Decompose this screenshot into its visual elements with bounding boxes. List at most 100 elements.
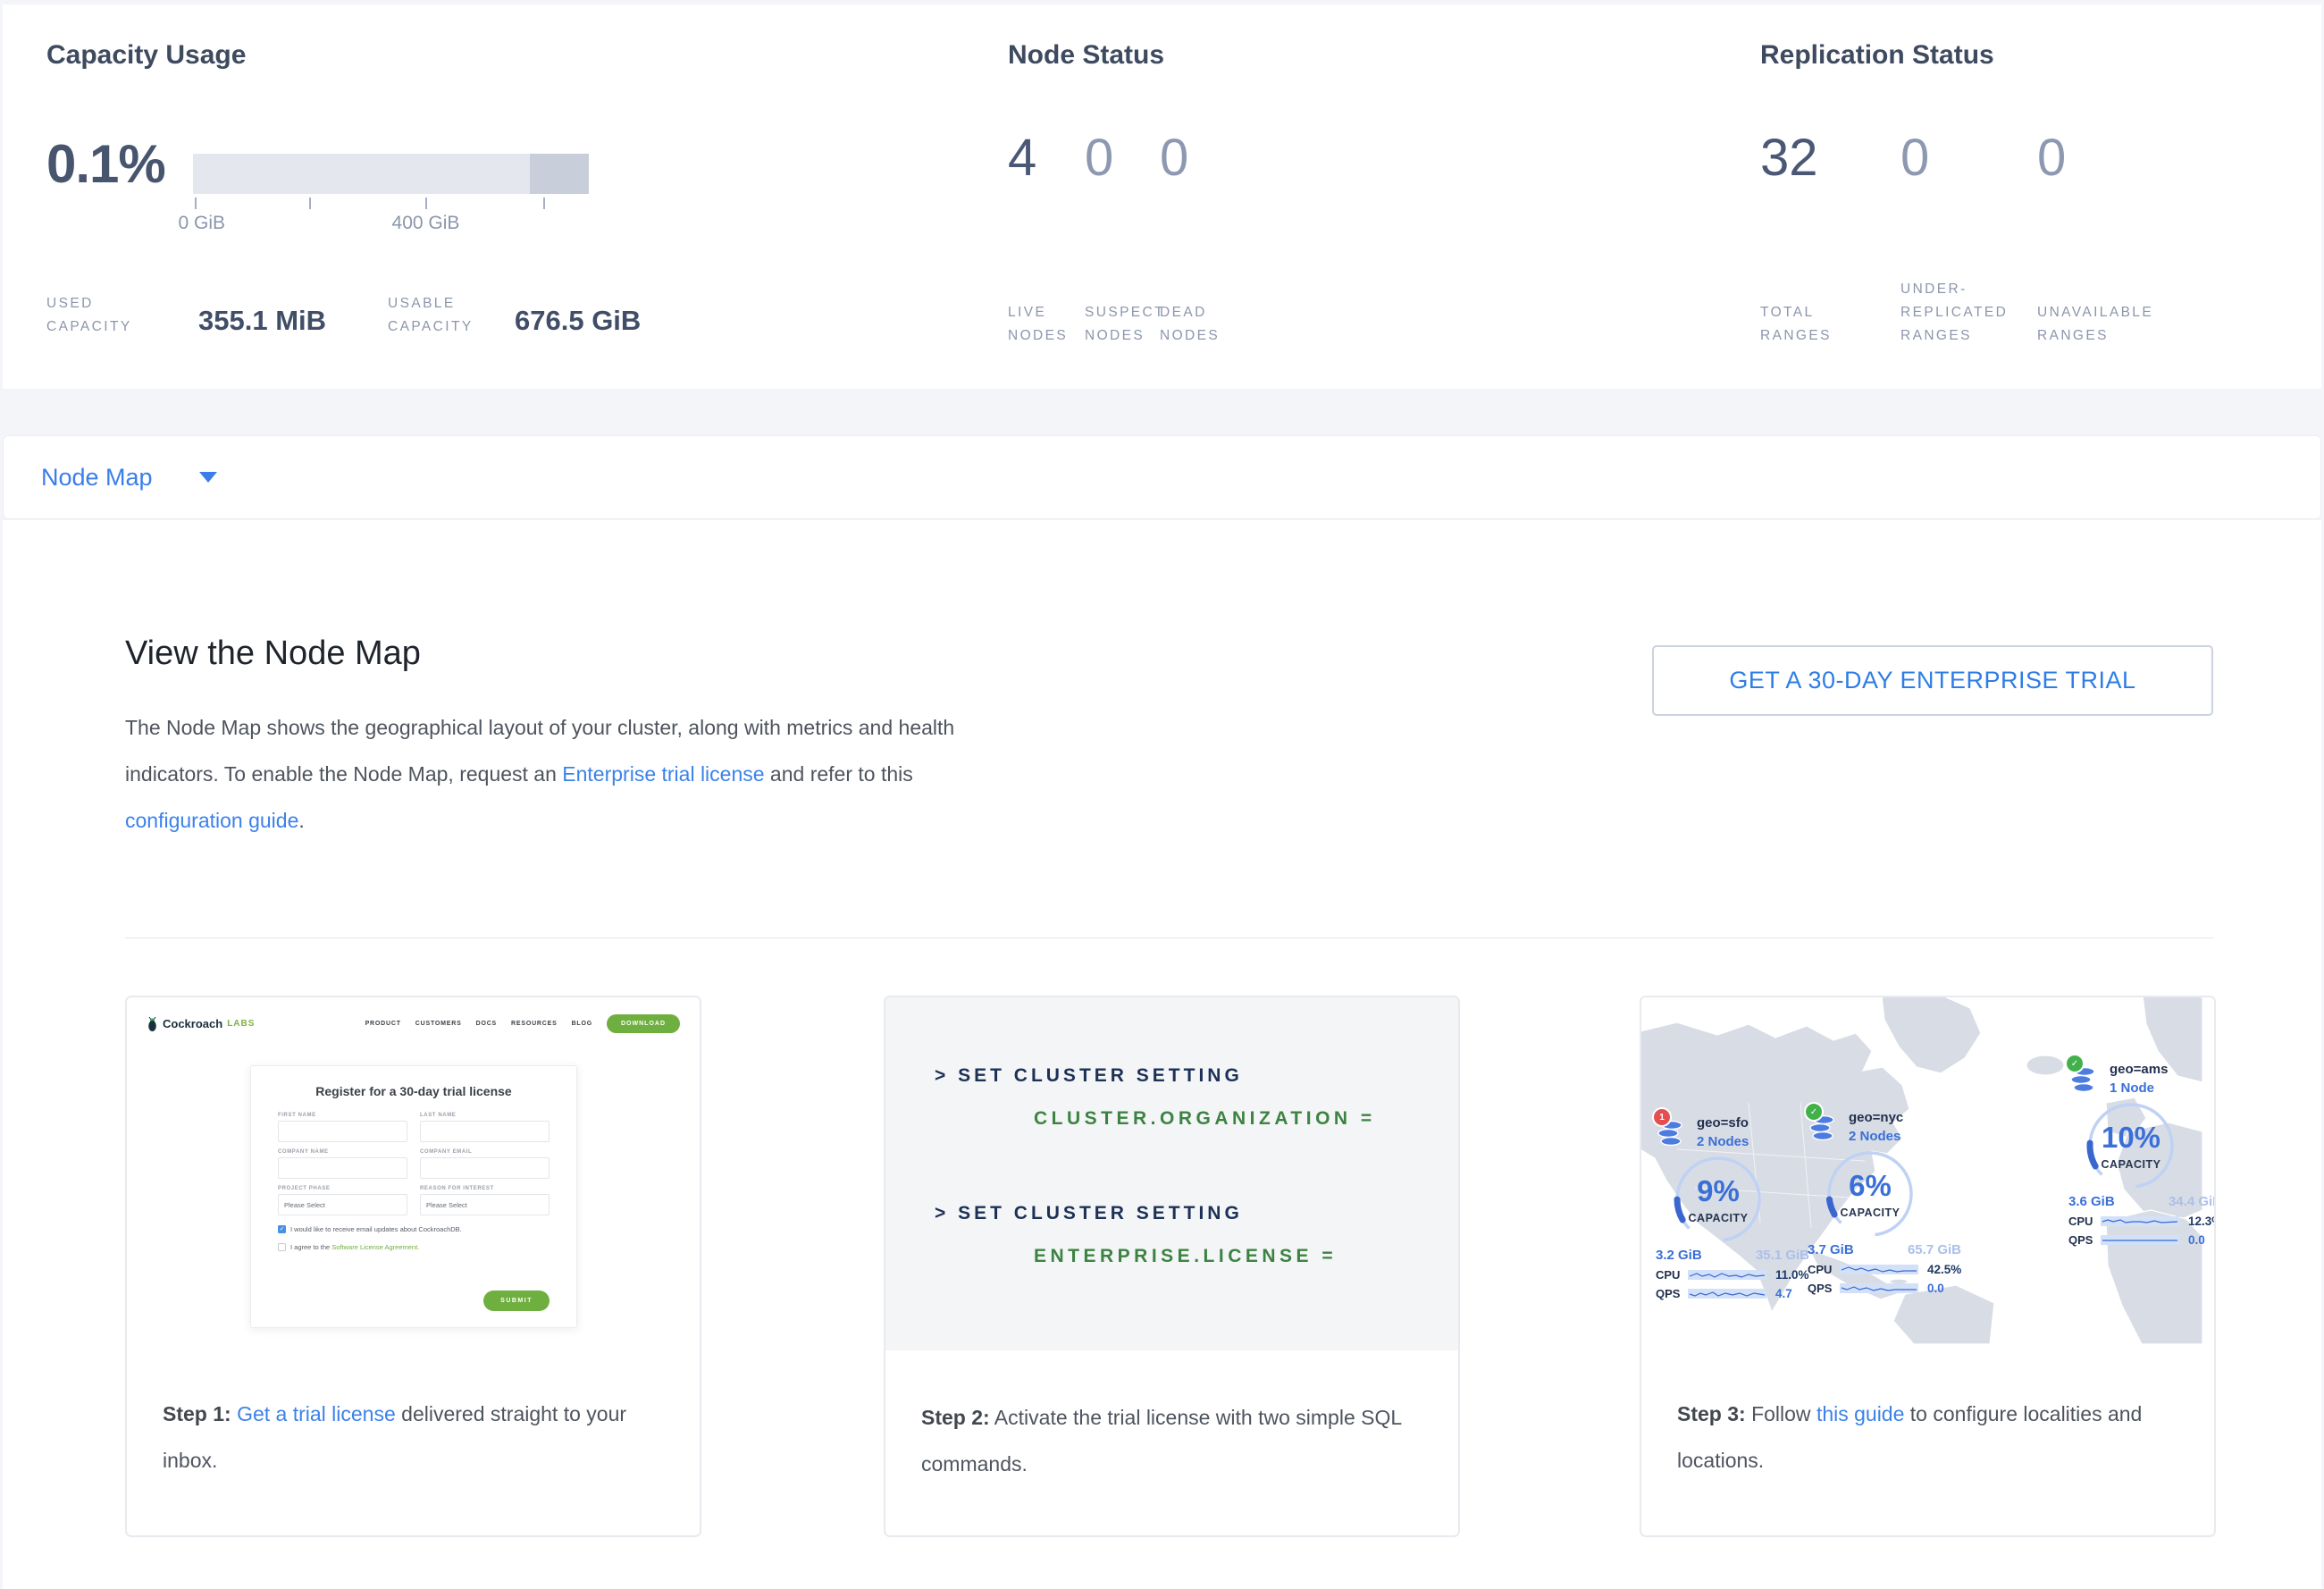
field-label: COMPANY NAME [278,1149,407,1155]
qps-label: QPS [1656,1287,1688,1300]
healthy-check-badge: ✓ [1804,1102,1824,1122]
section-divider [125,937,2214,938]
under-replicated-label: UNDER- REPLICATED RANGES [1900,278,2008,348]
cluster-locality: geo=ams [2110,1062,2168,1077]
qps-sparkline [1688,1289,1766,1299]
used-capacity: 3.2 GiB [1656,1248,1702,1263]
under-replicated-value: 0 [1900,128,1929,188]
axis-label-start: 0 GiB [178,213,225,234]
capacity-percent: 0.1% [46,133,165,195]
qps-sparkline [2101,1235,2179,1245]
tick-mark [425,198,427,209]
node-map-description: The Node Map shows the geographical layo… [125,704,987,844]
license-agreement-link: Software License Agreement. [331,1243,419,1251]
node-map-content-panel: View the Node Map The Node Map shows the… [3,520,2321,1589]
unavailable-ranges-label: UNAVAILABLE RANGES [2037,301,2153,348]
mini-site-nav: PRODUCT CUSTOMERS DOCS RESOURCES BLOG DO… [365,1014,680,1033]
license-agreement-checkbox-row: I agree to the Software License Agreemen… [278,1243,550,1251]
sql-command: > SET CLUSTER SETTING [935,1065,1243,1087]
cluster-nyc: ✓ geo=nyc 2 Nodes [1808,1110,1982,1295]
capacity-usage-title: Capacity Usage [46,40,654,71]
field-label: COMPANY EMAIL [420,1149,550,1155]
cpu-value: 11.0% [1775,1268,1809,1282]
capacity-gauge: 9% CAPACITY [1668,1156,1768,1246]
cluster-node-count: 2 Nodes [1697,1134,1749,1149]
capacity-percent: 9% [1668,1174,1768,1208]
capacity-caption: CAPACITY [1820,1206,1920,1219]
cluster-locality: geo=sfo [1697,1115,1749,1131]
logo-suffix: LABS [227,1019,255,1029]
checkbox-label: I would like to receive email updates ab… [290,1225,462,1233]
node-map-dropdown-label[interactable]: Node Map [41,464,153,492]
total-ranges-stat: 32 TOTAL RANGES [1760,40,1900,353]
qps-value: 4.7 [1775,1287,1792,1300]
capacity-usage-section: Capacity Usage 0.1% 0 GiB 400 GiB USED C… [46,40,654,353]
cluster-node-count: 2 Nodes [1849,1129,1903,1144]
node-status-section: Node Status 4 LIVE NODES 0 SUSPECT NODES… [1008,40,1392,353]
cpu-sparkline [1688,1270,1766,1280]
cluster-ams: ✓ geo=ams 1 Node [2068,1062,2214,1247]
cluster-locality: geo=nyc [1849,1110,1903,1125]
form-fields: FIRST NAME LAST NAME COMPANY NAME COMPAN… [278,1106,550,1215]
step2-caption: Step 2: Activate the trial license with … [885,1348,1458,1487]
live-nodes-label: LIVE NODES [1008,301,1068,348]
suspect-nodes-label: SUSPECT NODES [1085,301,1165,348]
sql-argument: CLUSTER.ORGANIZATION = [1034,1108,1376,1130]
usable-capacity-label: USABLE CAPACITY [388,292,474,339]
get-trial-license-link[interactable]: Get a trial license [237,1402,396,1425]
cpu-sparkline [1840,1265,1918,1274]
nav-item: BLOG [572,1021,592,1027]
nav-item: DOCS [476,1021,497,1027]
last-name-field [420,1121,550,1142]
total-ranges-label: TOTAL RANGES [1760,301,1832,348]
qps-label: QPS [2068,1233,2101,1247]
checkbox-checked-icon: ✓ [278,1225,286,1233]
logo-text: Cockroach [163,1017,222,1030]
suspect-nodes-stat: 0 SUSPECT NODES [1085,40,1160,353]
qps-label: QPS [1808,1282,1840,1295]
cluster-sfo: 1 geo=sfo 2 Nodes [1656,1115,1830,1300]
healthy-check-badge: ✓ [2065,1054,2085,1073]
qps-value: 0.0 [1927,1282,1944,1295]
used-capacity-value: 355.1 MiB [198,305,326,337]
capacity-bar-track [193,154,589,194]
qps-sparkline [1840,1283,1918,1293]
field-label: LAST NAME [420,1113,550,1118]
node-map-preview: 1 geo=sfo 2 Nodes [1641,997,2214,1344]
sql-argument: ENTERPRISE.LICENSE = [1034,1246,1337,1267]
trial-registration-form: Register for a 30-day trial license FIRS… [250,1065,577,1328]
sql-command: > SET CLUSTER SETTING [935,1203,1243,1224]
cpu-value: 42.5% [1927,1263,1961,1276]
form-title: Register for a 30-day trial license [278,1084,550,1098]
download-pill: DOWNLOAD [607,1014,680,1033]
node-map-dropdown[interactable]: Node Map [3,435,2321,519]
project-phase-select: Please Select [278,1194,407,1215]
live-nodes-value: 4 [1008,128,1036,188]
mini-site-header: Cockroach LABS PRODUCT CUSTOMERS DOCS RE… [147,1008,680,1038]
step1-card: Cockroach LABS PRODUCT CUSTOMERS DOCS RE… [125,996,701,1537]
warning-count-badge: 1 [1652,1107,1672,1127]
axis-label-mid: 400 GiB [392,213,460,234]
description-text: and refer to this [765,762,913,786]
total-capacity: 34.4 GiB [2169,1194,2214,1209]
cpu-label: CPU [1808,1263,1840,1276]
this-guide-link[interactable]: this guide [1816,1402,1904,1425]
tick-mark [309,198,311,209]
submit-pill: SUBMIT [483,1291,550,1311]
email-updates-checkbox-row: ✓ I would like to receive email updates … [278,1225,550,1233]
dead-nodes-value: 0 [1160,128,1188,188]
used-capacity: 3.6 GiB [2068,1194,2115,1209]
capacity-bar: 0 GiB 400 GiB [193,154,589,238]
usable-capacity-value: 676.5 GiB [515,305,641,337]
step1-caption: Step 1: Get a trial license delivered st… [127,1344,700,1484]
capacity-percent: 6% [1820,1169,1920,1203]
step2-card: > SET CLUSTER SETTING CLUSTER.ORGANIZATI… [884,996,1460,1537]
enterprise-trial-license-link[interactable]: Enterprise trial license [562,762,764,786]
used-capacity: 3.7 GiB [1808,1242,1854,1257]
capacity-gauge: 6% CAPACITY [1820,1151,1920,1240]
cockroach-bug-icon [147,1016,158,1031]
get-enterprise-trial-button[interactable]: GET A 30-DAY ENTERPRISE TRIAL [1652,645,2213,716]
reason-select: Please Select [420,1194,550,1215]
configuration-guide-link[interactable]: configuration guide [125,809,298,832]
total-capacity: 35.1 GiB [1756,1248,1809,1263]
